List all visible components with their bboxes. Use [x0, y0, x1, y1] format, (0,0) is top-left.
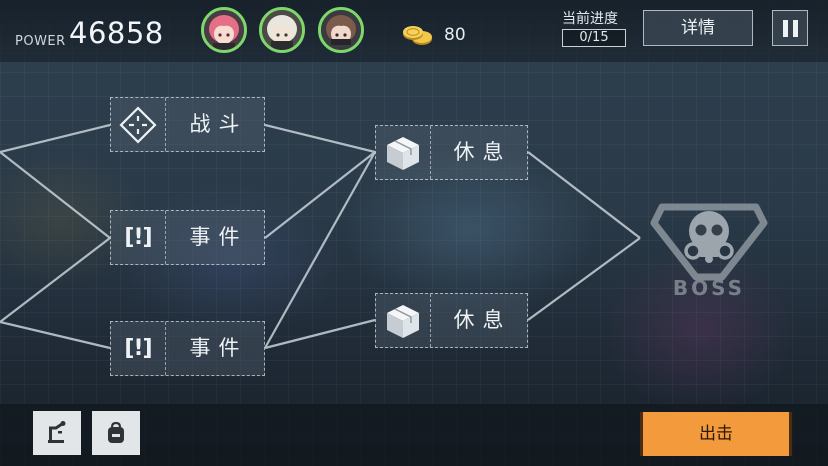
- node-label: 休息: [453, 140, 512, 164]
- event-bracket-icon: [!]: [124, 225, 152, 250]
- route-line: [264, 151, 376, 349]
- crate-icon: [387, 304, 419, 338]
- gold-coins-icon: [403, 26, 432, 45]
- node-label: 战斗: [189, 112, 248, 136]
- map-node-rest-1[interactable]: 休息: [375, 125, 528, 180]
- squad-member-avatar-1[interactable]: [201, 7, 247, 53]
- backpack-button[interactable]: [92, 411, 140, 455]
- squad-member-avatar-3[interactable]: [318, 7, 364, 53]
- white-hair-member-portrait: [262, 10, 302, 50]
- progress-label: 当前进度: [562, 11, 618, 27]
- coin-count: 80: [444, 25, 466, 45]
- backpack-icon: [108, 421, 124, 443]
- map-node-rest-2[interactable]: 休息: [375, 293, 528, 348]
- squad-member-avatar-2[interactable]: [259, 7, 305, 53]
- route-line: [0, 237, 111, 323]
- power-value: 46858: [69, 16, 164, 50]
- crate-icon: [387, 136, 419, 170]
- progress-value: 0/15: [562, 29, 626, 47]
- node-label: 事件: [189, 336, 248, 360]
- pink-hair-member-portrait: [204, 10, 244, 50]
- brown-hair-member-portrait: [321, 10, 361, 50]
- node-label: 休息: [453, 308, 512, 332]
- node-label: 事件: [189, 225, 248, 249]
- route-line: [527, 237, 641, 321]
- pause-icon: [783, 20, 788, 37]
- power-label: POWER: [15, 34, 66, 49]
- route-line: [264, 318, 376, 350]
- crosshair-icon: [119, 105, 157, 144]
- sortie-button[interactable]: 出击: [640, 412, 792, 456]
- event-bracket-icon: [!]: [124, 336, 152, 361]
- crane-icon: [48, 421, 66, 443]
- route-line: [0, 123, 111, 154]
- boss-label: BOSS: [673, 276, 745, 300]
- map-node-battle[interactable]: 战斗: [110, 97, 265, 152]
- route-line: [527, 151, 641, 239]
- route-line: [0, 151, 111, 239]
- map-node-event-2[interactable]: [!] 事件: [110, 321, 265, 376]
- route-line: [264, 151, 376, 239]
- map-node-event-1[interactable]: [!] 事件: [110, 210, 265, 265]
- pause-button[interactable]: [772, 10, 808, 46]
- route-lines: [0, 123, 641, 350]
- build-button[interactable]: [33, 411, 81, 455]
- route-line: [264, 123, 376, 154]
- route-line: [0, 320, 111, 350]
- boss-node[interactable]: BOSS: [650, 185, 768, 303]
- details-button[interactable]: 详情: [643, 10, 753, 46]
- boss-skull-icon: [650, 203, 768, 281]
